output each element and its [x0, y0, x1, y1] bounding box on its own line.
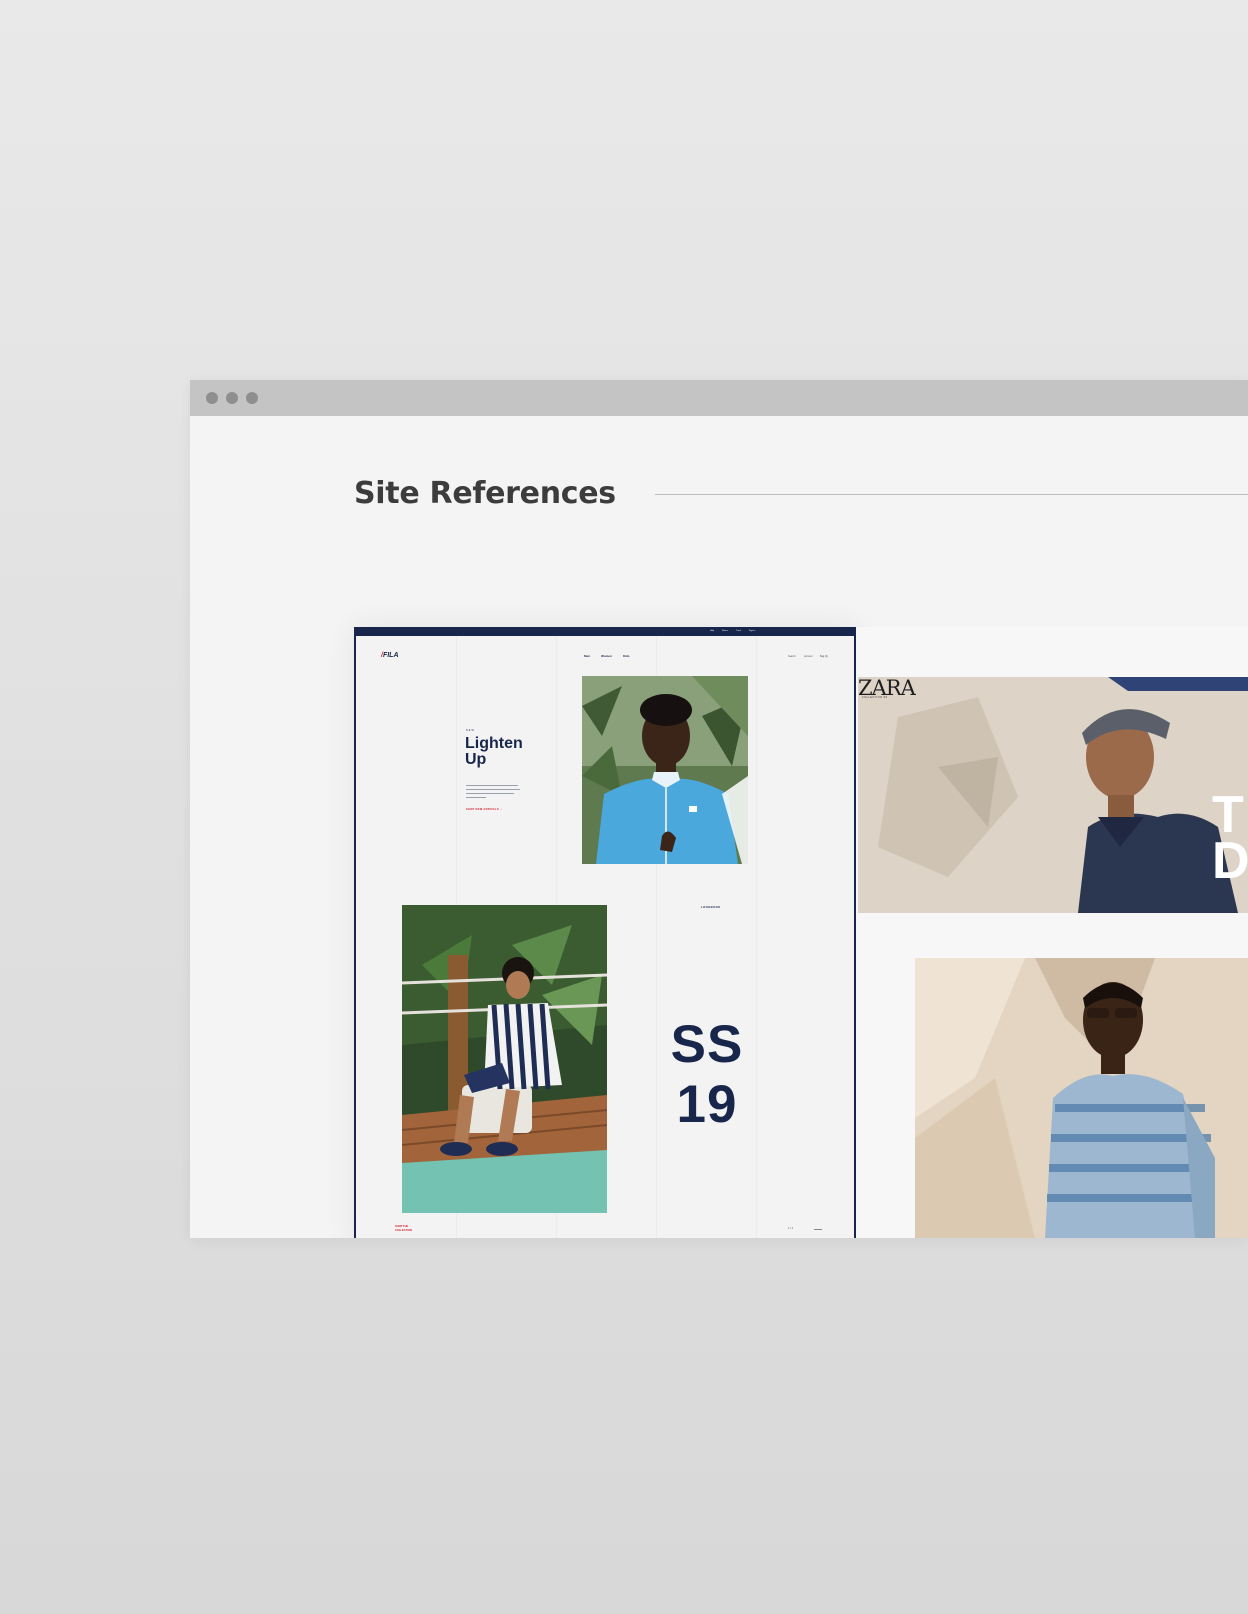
- fila-nav-kids[interactable]: Kids: [623, 654, 630, 658]
- browser-titlebar: [190, 380, 1248, 416]
- season-line: SS: [670, 1015, 744, 1074]
- window-minimize-dot[interactable]: [226, 392, 238, 404]
- fila-nav-women[interactable]: Women: [601, 654, 612, 658]
- window-maximize-dot[interactable]: [246, 392, 258, 404]
- fila-top-link[interactable]: Stores: [722, 630, 728, 632]
- fila-search-link[interactable]: Search: [788, 655, 796, 658]
- hero-body-text: [466, 785, 518, 786]
- hero-body-text: [466, 797, 486, 798]
- fila-top-link[interactable]: Sign In: [749, 630, 755, 632]
- shop-new-arrivals-link[interactable]: SHOP NEW ARRIVALS →: [466, 808, 503, 811]
- grid-guide: [756, 636, 757, 1238]
- zara-subtitle: COLLECTION SS: [862, 696, 888, 699]
- zara-photo-sunglasses[interactable]: [915, 958, 1248, 1238]
- photo-illustration: [582, 676, 748, 864]
- pager-progress-line: [814, 1229, 822, 1230]
- browser-window: Site References Help Stores Track Sign I…: [190, 380, 1248, 1238]
- page-title: Site References: [354, 476, 616, 511]
- hero-title: Lighten Up: [465, 735, 523, 768]
- heading-divider: [655, 494, 1248, 495]
- season-heading: SS 19: [652, 1015, 762, 1135]
- hero-body-text: [466, 793, 514, 794]
- shop-collection-line: COLLECTION: [395, 1228, 412, 1232]
- hero-photo-track-jacket[interactable]: [582, 676, 748, 864]
- photo-illustration: [915, 958, 1248, 1238]
- shop-collection-link[interactable]: SHOP THE COLLECTION: [395, 1225, 412, 1232]
- fila-top-bar: Help Stores Track Sign In: [356, 627, 854, 636]
- fila-bag-link[interactable]: Bag (0): [820, 655, 828, 658]
- hero-kicker: NEW: [466, 729, 475, 732]
- fila-nav-men[interactable]: Men: [584, 654, 590, 658]
- fila-top-link[interactable]: Track: [736, 630, 741, 632]
- fila-logo[interactable]: /FILA: [381, 652, 399, 659]
- hero-body-text: [466, 789, 520, 790]
- photo-illustration: [858, 677, 1248, 913]
- fila-account-link[interactable]: Account: [804, 655, 813, 658]
- window-close-dot[interactable]: [206, 392, 218, 404]
- photo-illustration: [402, 905, 607, 1213]
- zara-display-heading: T D: [1212, 789, 1248, 890]
- fila-top-link[interactable]: Help: [710, 630, 714, 632]
- lookbook-photo-pool[interactable]: [402, 905, 607, 1213]
- zara-display-line: D: [1212, 832, 1248, 890]
- season-line: 19: [676, 1075, 738, 1134]
- slide-pager[interactable]: 1 / 4: [788, 1227, 793, 1230]
- lookbook-label: LOOKBOOK: [701, 905, 721, 909]
- zara-photo-cap[interactable]: [858, 677, 1248, 913]
- fila-site-reference[interactable]: Help Stores Track Sign In /FILA Men Wome…: [354, 627, 856, 1238]
